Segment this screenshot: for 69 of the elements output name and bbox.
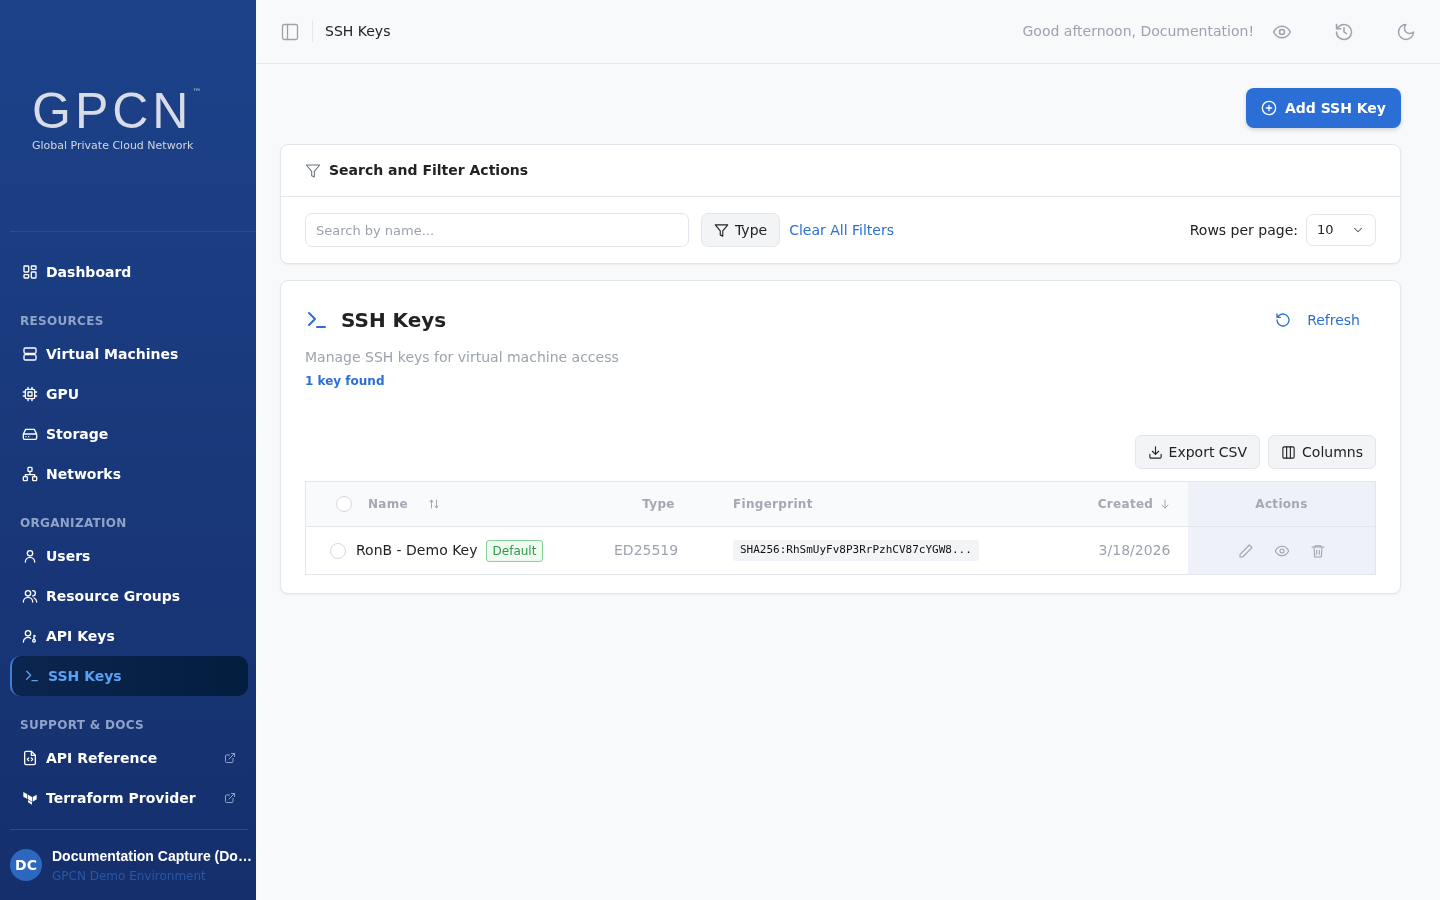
nav-item[interactable]: SSH Keys (10, 656, 248, 696)
section-heading: SUPPORT & DOCS (20, 718, 144, 732)
sidebar-toggle-icon (280, 22, 300, 42)
key-name: RonB - Demo Key (356, 541, 478, 560)
logo-wordmark: GPCN (32, 83, 193, 139)
row-checkbox[interactable] (330, 542, 346, 559)
plus-circle-icon (1260, 100, 1277, 116)
refresh-button[interactable]: Refresh (1275, 309, 1360, 331)
section-heading: RESOURCES (20, 314, 104, 328)
dashboard-icon (22, 264, 38, 280)
nav-item[interactable]: Terraform Provider (10, 778, 248, 818)
terminal-icon (24, 668, 40, 684)
page-title: SSH Keys (312, 21, 391, 42)
download-icon (1147, 444, 1163, 460)
column-header: Fingerprint (733, 496, 813, 513)
section-heading: ORGANIZATION (20, 516, 127, 530)
nav-item[interactable]: Resource Groups (10, 576, 248, 616)
refresh-icon (1275, 312, 1292, 328)
pencil-icon (1237, 542, 1254, 559)
greeting: Good afternoon, Documentation! (1022, 22, 1254, 41)
storage-icon (22, 426, 38, 442)
moon-icon (1396, 21, 1416, 42)
nav-item[interactable]: Dashboard (10, 252, 248, 292)
filter-icon (305, 162, 321, 179)
terraform-icon (22, 790, 38, 806)
column-header: Type (642, 496, 675, 513)
export-csv-button[interactable]: Export CSV (1134, 435, 1261, 469)
user-key-icon (22, 628, 38, 644)
organization-name: GPCN Demo Environment (52, 867, 207, 885)
nav-item[interactable]: API Reference (10, 738, 248, 778)
document-icon (22, 750, 38, 766)
section-description: Manage SSH keys for virtual machine access (305, 349, 619, 365)
column-header: Actions (1255, 496, 1308, 513)
user-name: Documentation Capture (Do… (52, 846, 252, 866)
logo-tagline: Global Private Cloud Network (32, 139, 194, 152)
add-ssh-key-button[interactable]: Add SSH Key (1245, 88, 1401, 128)
type-filter-button[interactable]: Type (701, 213, 781, 247)
user-icon (22, 548, 38, 564)
avatar: DC (10, 849, 42, 881)
nav-item[interactable]: Virtual Machines (10, 334, 248, 374)
column-header: Name (368, 496, 408, 513)
fingerprint: SHA256:RhSmUyFv8P3RrPzhCV87cYGW8... (733, 540, 979, 561)
chip-icon (22, 386, 38, 402)
default-badge: Default (485, 539, 544, 562)
card-title: Search and Filter Actions (329, 161, 529, 180)
columns-icon (1281, 444, 1297, 460)
nav-item[interactable]: Storage (10, 414, 248, 454)
users-icon (22, 588, 38, 604)
history-icon (1334, 21, 1354, 42)
filter-icon (714, 222, 729, 238)
rows-per-page-select[interactable]: 10 (1306, 214, 1376, 246)
table-cell-text: ED25519 (614, 541, 679, 560)
key-count: 1 key found (305, 374, 385, 388)
column-header: Created (1097, 496, 1154, 513)
trademark: ™ (192, 87, 202, 97)
trash-icon (1309, 542, 1326, 559)
clear-filters-link[interactable]: Clear All Filters (789, 219, 894, 241)
columns-button[interactable]: Columns (1268, 435, 1376, 469)
select-all-checkbox[interactable] (336, 496, 352, 512)
rows-per-page-label: Rows per page: (1189, 220, 1298, 240)
nav-item[interactable]: API Keys (10, 616, 248, 656)
network-icon (22, 466, 38, 482)
search-field[interactable]: Search by name... (305, 213, 689, 247)
nav-item[interactable]: Networks (10, 454, 248, 494)
nav-item[interactable]: GPU (10, 374, 248, 414)
section-title: SSH Keys (341, 307, 447, 334)
server-icon (22, 346, 38, 362)
table-cell-text: 3/18/2026 (1098, 541, 1171, 560)
nav-item[interactable]: Users (10, 536, 248, 576)
